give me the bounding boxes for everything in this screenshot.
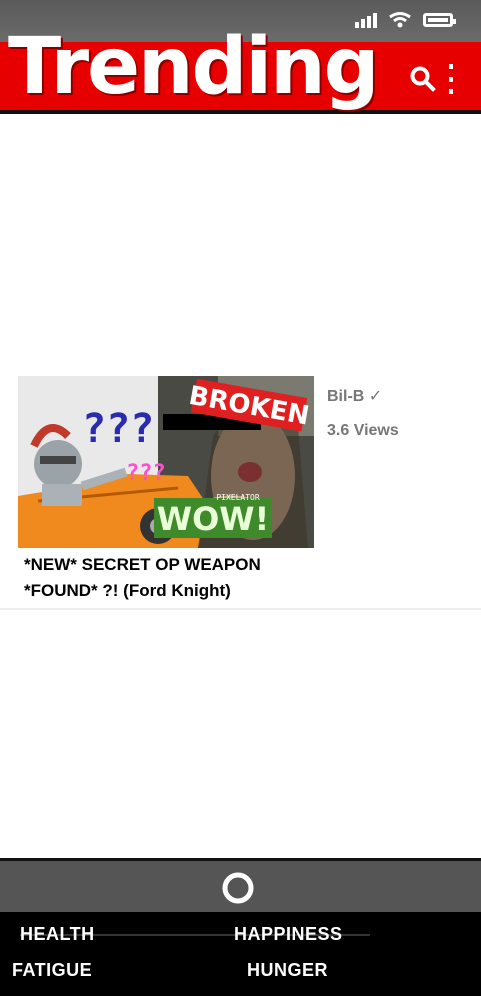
- app-header: Trending: [0, 28, 481, 114]
- watermark-text: PIXELATOR: [216, 493, 260, 502]
- video-card[interactable]: BROKEN ??? ??? WOW! PIXELATOR Bil-B ✓ 3.…: [0, 370, 481, 610]
- stat-health: HEALTH: [20, 924, 95, 944]
- wifi-icon: [389, 12, 411, 28]
- home-circle-icon[interactable]: [221, 871, 255, 905]
- thumbnail-art: BROKEN ??? ??? WOW! PIXELATOR: [18, 376, 314, 548]
- stats-panel: HEALTH HAPPINESS FATIGUE HUNGER: [0, 912, 481, 996]
- stat-fatigue: FATIGUE: [12, 960, 93, 980]
- home-bar: [0, 858, 481, 912]
- channel-name[interactable]: Bil-B ✓: [327, 386, 382, 406]
- page-title: Trending: [8, 22, 379, 112]
- video-thumbnail[interactable]: BROKEN ??? ??? WOW! PIXELATOR: [18, 376, 314, 548]
- more-vertical-icon[interactable]: [446, 64, 456, 94]
- stat-hunger: HUNGER: [247, 960, 329, 980]
- view-count: 3.6 Views: [327, 422, 399, 439]
- small-question-marks: ???: [126, 461, 166, 486]
- video-title[interactable]: *NEW* SECRET OP WEAPON *FOUND* ?! (Ford …: [24, 552, 324, 604]
- question-marks: ???: [82, 406, 154, 452]
- battery-icon: [423, 13, 456, 27]
- stat-happiness: HAPPINESS: [234, 924, 343, 944]
- search-icon[interactable]: [410, 66, 436, 92]
- wow-label: WOW!: [157, 500, 269, 538]
